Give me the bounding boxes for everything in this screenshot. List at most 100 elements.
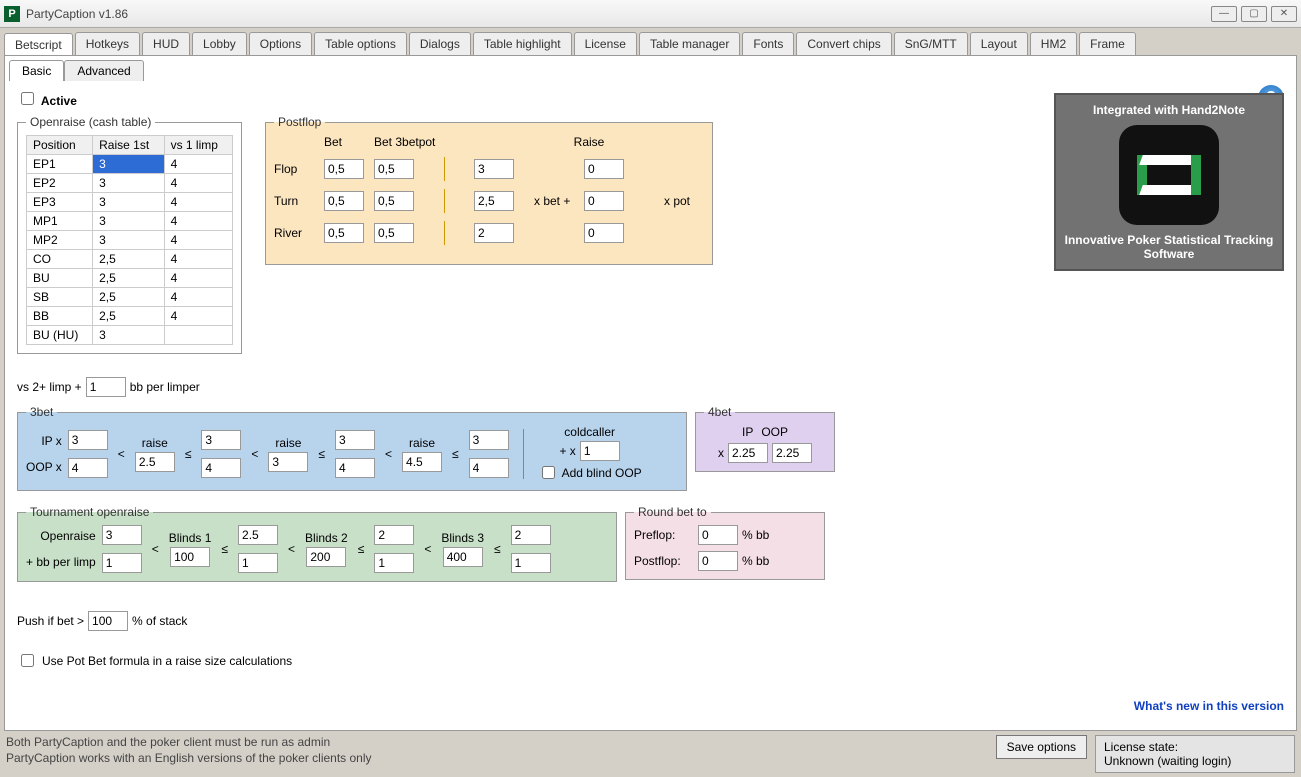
tourn-limp[interactable] — [102, 553, 142, 573]
tourn-open[interactable] — [374, 525, 414, 545]
table-row[interactable]: EP334 — [27, 193, 233, 212]
subtab-basic[interactable]: Basic — [9, 60, 64, 81]
table-row[interactable]: EP234 — [27, 174, 233, 193]
statusbar: Both PartyCaption and the poker client m… — [0, 731, 1301, 777]
tab-layout[interactable]: Layout — [970, 32, 1028, 55]
tab-frame[interactable]: Frame — [1079, 32, 1136, 55]
limp-input[interactable] — [86, 377, 126, 397]
blind-oop-checkbox[interactable] — [542, 466, 555, 479]
table-row[interactable]: EP134 — [27, 155, 233, 174]
pf-raise1[interactable] — [474, 191, 514, 211]
potbet-checkbox[interactable] — [21, 654, 34, 667]
tab-table-options[interactable]: Table options — [314, 32, 407, 55]
tab-hm2[interactable]: HM2 — [1030, 32, 1077, 55]
fourbet-group: 4bet IP OOP x — [695, 405, 835, 472]
col-header[interactable]: Position — [27, 136, 93, 155]
3bet-ip[interactable] — [68, 430, 108, 450]
3bet-oop[interactable] — [335, 458, 375, 478]
pf-bet3[interactable] — [374, 223, 414, 243]
status-l2: PartyCaption works with an English versi… — [6, 751, 372, 767]
fourbet-ip-input[interactable] — [728, 443, 768, 463]
3bet-oop[interactable] — [201, 458, 241, 478]
push-row: Push if bet > % of stack — [17, 611, 187, 631]
round-post-input[interactable] — [698, 551, 738, 571]
subtab-advanced[interactable]: Advanced — [64, 60, 143, 81]
3bet-ip[interactable] — [201, 430, 241, 450]
save-button[interactable]: Save options — [996, 735, 1087, 759]
tourn-open[interactable] — [511, 525, 551, 545]
fourbet-oop-input[interactable] — [772, 443, 812, 463]
table-row[interactable]: MP134 — [27, 212, 233, 231]
tab-hotkeys[interactable]: Hotkeys — [75, 32, 140, 55]
potbet-text: Use Pot Bet formula in a raise size calc… — [42, 654, 292, 668]
pf-raise1[interactable] — [474, 159, 514, 179]
minimize-button[interactable]: — — [1211, 6, 1237, 22]
sub-tabs: BasicAdvanced — [5, 56, 1296, 81]
tab-options[interactable]: Options — [249, 32, 312, 55]
pf-bet[interactable] — [324, 191, 364, 211]
table-row[interactable]: BU (HU)3 — [27, 326, 233, 345]
table-row[interactable]: BB2,54 — [27, 307, 233, 326]
push-input[interactable] — [88, 611, 128, 631]
coldcaller-input[interactable] — [580, 441, 620, 461]
tourn-blinds[interactable] — [443, 547, 483, 567]
pf-raise2[interactable] — [584, 191, 624, 211]
fourbet-x: x — [718, 446, 724, 460]
table-row[interactable]: SB2,54 — [27, 288, 233, 307]
3bet-raise[interactable] — [268, 452, 308, 472]
pf-bet[interactable] — [324, 223, 364, 243]
active-checkbox[interactable] — [21, 92, 34, 105]
pf-bet3[interactable] — [374, 159, 414, 179]
tourn-limp[interactable] — [238, 553, 278, 573]
tab-fonts[interactable]: Fonts — [742, 32, 794, 55]
license-head: License state: — [1104, 740, 1286, 754]
tourn-open[interactable] — [102, 525, 142, 545]
round-legend: Round bet to — [634, 505, 711, 519]
tourn-blinds[interactable] — [306, 547, 346, 567]
active-checkbox-label[interactable]: Active — [17, 94, 77, 108]
tourn-blinds[interactable] — [170, 547, 210, 567]
openraise-legend: Openraise (cash table) — [26, 115, 155, 129]
maximize-button[interactable]: ▢ — [1241, 6, 1267, 22]
table-row[interactable]: CO2,54 — [27, 250, 233, 269]
tourn-limp[interactable] — [374, 553, 414, 573]
close-button[interactable]: ✕ — [1271, 6, 1297, 22]
potbet-label[interactable]: Use Pot Bet formula in a raise size calc… — [17, 651, 292, 670]
tab-license[interactable]: License — [574, 32, 637, 55]
tab-hud[interactable]: HUD — [142, 32, 190, 55]
blind-oop-label[interactable]: Add blind OOP — [538, 463, 642, 482]
col-header[interactable]: vs 1 limp — [164, 136, 232, 155]
round-pre-input[interactable] — [698, 525, 738, 545]
fourbet-ip-lbl: IP — [742, 425, 753, 439]
3bet-ip[interactable] — [335, 430, 375, 450]
tab-convert-chips[interactable]: Convert chips — [796, 32, 891, 55]
pf-raise2[interactable] — [584, 223, 624, 243]
col-header[interactable]: Raise 1st — [93, 136, 164, 155]
pf-bet3[interactable] — [374, 191, 414, 211]
threebet-legend: 3bet — [26, 405, 57, 419]
pf-bet[interactable] — [324, 159, 364, 179]
3bet-raise[interactable] — [402, 452, 442, 472]
whatsnew-link[interactable]: What's new in this version — [1134, 699, 1284, 713]
table-row[interactable]: MP234 — [27, 231, 233, 250]
threebet-group: 3bet IP xOOP x<raise≤<raise≤<raise≤coldc… — [17, 405, 687, 491]
ad-box[interactable]: Integrated with Hand2Note Innovative Pok… — [1054, 93, 1284, 271]
3bet-ip[interactable] — [469, 430, 509, 450]
pf-raise2[interactable] — [584, 159, 624, 179]
3bet-oop[interactable] — [68, 458, 108, 478]
push-suf: % of stack — [132, 614, 187, 628]
pf-raise1[interactable] — [474, 223, 514, 243]
openraise-table[interactable]: PositionRaise 1stvs 1 limpEP134EP234EP33… — [26, 135, 233, 345]
tourn-open[interactable] — [238, 525, 278, 545]
postflop-legend: Postflop — [274, 115, 325, 129]
3bet-oop[interactable] — [469, 458, 509, 478]
3bet-raise[interactable] — [135, 452, 175, 472]
tab-lobby[interactable]: Lobby — [192, 32, 247, 55]
table-row[interactable]: BU2,54 — [27, 269, 233, 288]
tab-table-manager[interactable]: Table manager — [639, 32, 740, 55]
tab-sng-mtt[interactable]: SnG/MTT — [894, 32, 968, 55]
tab-betscript[interactable]: Betscript — [4, 33, 73, 56]
tab-dialogs[interactable]: Dialogs — [409, 32, 471, 55]
tourn-limp[interactable] — [511, 553, 551, 573]
tab-table-highlight[interactable]: Table highlight — [473, 32, 572, 55]
